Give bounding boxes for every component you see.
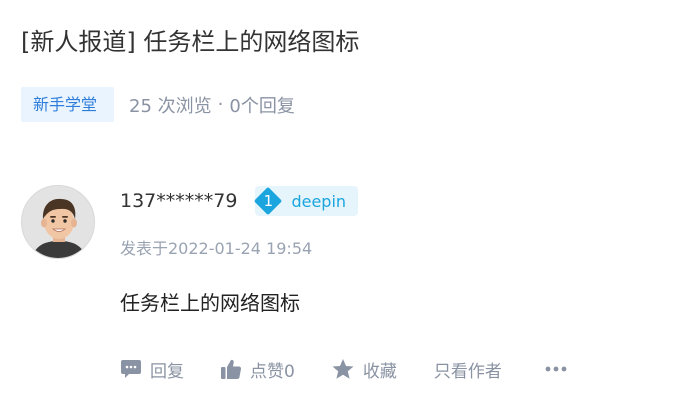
avatar[interactable] <box>21 185 95 259</box>
more-dots-icon <box>545 366 567 372</box>
post-content: 任务栏上的网络图标 <box>120 291 300 315</box>
star-icon <box>332 359 354 379</box>
reply-count: 0个回复 <box>229 95 295 117</box>
user-level-badge: 1 deepin <box>253 186 359 216</box>
post-meta: 新手学堂 25 次浏览 · 0个回复 <box>21 87 295 122</box>
post-timestamp: 发表于2022-01-24 19:54 <box>120 239 313 258</box>
user-avatar-icon <box>22 186 94 258</box>
more-button[interactable] <box>545 366 567 372</box>
like-button[interactable]: 点赞0 <box>220 357 295 382</box>
username[interactable]: 137******79 <box>120 190 237 212</box>
favorite-button[interactable]: 收藏 <box>331 357 397 382</box>
stats-separator: · <box>217 94 224 115</box>
level-diamond-icon: 1 <box>253 186 283 216</box>
favorite-label: 收藏 <box>362 361 397 382</box>
reply-author-row: 137******79 1 deepin <box>120 185 359 217</box>
page-title: [新人报道] 任务栏上的网络图标 <box>21 28 360 56</box>
category-tag[interactable]: 新手学堂 <box>21 87 115 122</box>
thumbs-up-icon <box>221 359 242 380</box>
speech-bubble-icon <box>121 360 141 378</box>
badge-name: deepin <box>291 191 347 211</box>
post-stats: 25 次浏览 · 0个回复 <box>129 92 295 118</box>
view-count: 25 次浏览 <box>129 95 212 117</box>
reply-button[interactable]: 回复 <box>120 357 184 382</box>
reply-label: 回复 <box>150 361 184 382</box>
author-only-label: 只看作者 <box>433 361 502 382</box>
post-actions: 回复 点赞0 收藏 只看作者 <box>120 354 567 384</box>
like-label: 点赞0 <box>250 361 295 382</box>
author-only-button[interactable]: 只看作者 <box>434 357 502 382</box>
level-number: 1 <box>263 192 274 210</box>
